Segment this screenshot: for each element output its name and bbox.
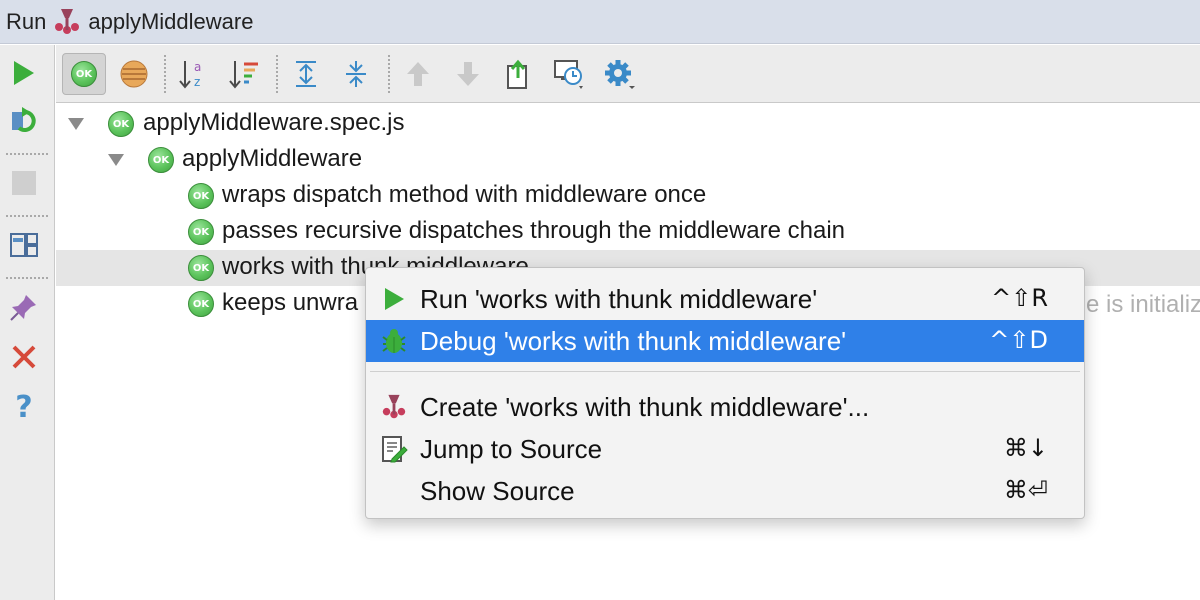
run-tab-name[interactable]: applyMiddleware	[88, 9, 253, 35]
stop-icon[interactable]	[8, 167, 40, 199]
expand-all-icon[interactable]	[284, 53, 328, 95]
pin-icon[interactable]	[8, 291, 40, 323]
import-icon[interactable]	[548, 53, 592, 95]
show-passed-icon[interactable]: OK	[62, 53, 106, 95]
menu-item-shortcut: ⌘⏎	[1003, 476, 1048, 504]
expand-arrow-icon[interactable]	[68, 118, 84, 130]
menu-item-label: Run 'works with thunk middleware'	[420, 284, 818, 314]
help-icon[interactable]: ?	[8, 390, 40, 425]
tree-row-spec-file[interactable]: OK applyMiddleware.spec.js	[56, 106, 1200, 142]
expand-arrow-icon[interactable]	[108, 154, 124, 166]
tree-row-label: keeps unwra	[222, 289, 359, 316]
jest-logo-icon	[52, 7, 82, 37]
sort-alphabetically-icon[interactable]: a z	[172, 53, 216, 95]
menu-item-debug[interactable]: Debug 'works with thunk middleware' ^⇧D	[366, 320, 1084, 362]
context-menu: Run 'works with thunk middleware' ^⇧R De…	[365, 267, 1085, 519]
ok-status-icon: OK	[188, 219, 214, 245]
tree-row-label: wraps dispatch method with middleware on…	[222, 181, 707, 208]
ok-status-icon: OK	[148, 147, 174, 173]
rerun-icon[interactable]	[8, 105, 40, 137]
menu-item-label: Debug 'works with thunk middleware'	[420, 326, 847, 356]
ok-status-icon: OK	[188, 255, 214, 281]
menu-item-shortcut: ⌘↓	[1003, 434, 1048, 462]
run-label: Run	[6, 8, 47, 34]
export-icon[interactable]	[498, 53, 542, 95]
settings-icon[interactable]	[598, 53, 642, 95]
menu-item-label: Show Source	[420, 476, 575, 506]
svg-text:a: a	[194, 60, 201, 74]
top-toolbar: OK a z	[56, 45, 1200, 103]
tree-row-suite[interactable]: OK applyMiddleware	[56, 142, 1200, 178]
tree-row-label: passes recursive dispatches through the …	[222, 217, 846, 244]
collapse-all-icon[interactable]	[334, 53, 378, 95]
menu-item-label: Create 'works with thunk middleware'...	[420, 392, 870, 422]
show-ignored-icon[interactable]	[112, 53, 156, 95]
ok-status-icon: OK	[108, 111, 134, 137]
menu-item-shortcut: ^⇧R	[991, 284, 1048, 312]
run-icon[interactable]	[8, 57, 40, 89]
tree-row-test[interactable]: OK wraps dispatch method with middleware…	[56, 178, 1200, 214]
toolbar-separator	[6, 153, 48, 155]
previous-failed-icon[interactable]	[396, 53, 440, 95]
menu-item-create[interactable]: Create 'works with thunk middleware'...	[366, 386, 1084, 428]
tree-row-test[interactable]: OK passes recursive dispatches through t…	[56, 214, 1200, 250]
run-icon	[380, 285, 408, 313]
menu-item-shortcut: ^⇧D	[989, 326, 1048, 354]
tree-row-label: applyMiddleware	[182, 145, 363, 172]
menu-separator	[370, 371, 1080, 372]
jest-config-icon	[380, 393, 408, 421]
menu-item-label: Jump to Source	[420, 434, 603, 464]
layout-icon[interactable]	[8, 229, 40, 261]
run-tool-window-header: Run applyMiddleware	[0, 0, 1200, 44]
next-failed-icon[interactable]	[446, 53, 490, 95]
jump-to-source-icon	[380, 435, 408, 463]
toolbar-separator	[6, 215, 48, 217]
ok-status-icon: OK	[188, 183, 214, 209]
close-icon[interactable]	[8, 341, 40, 373]
menu-item-run[interactable]: Run 'works with thunk middleware' ^⇧R	[366, 278, 1084, 320]
menu-item-show-source[interactable]: Show Source ⌘⏎	[366, 470, 1084, 512]
sort-by-duration-icon[interactable]	[222, 53, 266, 95]
svg-text:z: z	[194, 75, 200, 89]
menu-item-jump-to-source[interactable]: Jump to Source ⌘↓	[366, 428, 1084, 470]
left-toolbar: ?	[0, 45, 55, 600]
toolbar-separator	[6, 277, 48, 279]
ok-badge: OK	[71, 61, 97, 87]
obscured-row-text: e is initializing	[1086, 291, 1200, 318]
tree-row-label: applyMiddleware.spec.js	[143, 109, 405, 136]
toolbar-separator	[388, 55, 390, 93]
ok-status-icon: OK	[188, 291, 214, 317]
toolbar-separator	[276, 55, 278, 93]
debug-bug-icon	[380, 327, 408, 355]
toolbar-separator	[164, 55, 166, 93]
